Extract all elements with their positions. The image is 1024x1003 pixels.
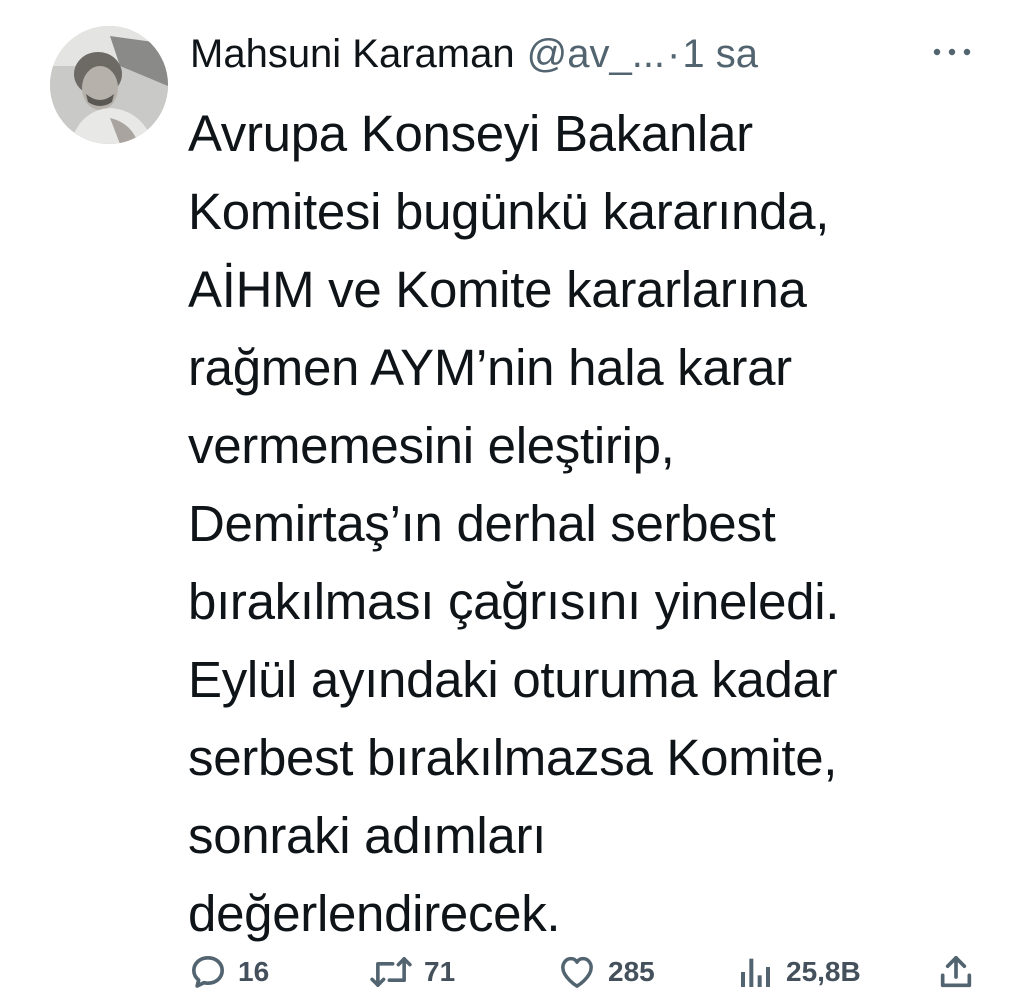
tweet-text-line: değerlendirecek.	[188, 885, 561, 942]
retweet-count: 71	[424, 956, 456, 987]
views-button[interactable]: 25,8B	[736, 948, 861, 996]
tweet-text: Avrupa Konseyi Bakanlar Komitesi bugünkü…	[188, 95, 1008, 953]
reply-button[interactable]: 16	[188, 948, 269, 996]
reply-icon	[192, 956, 225, 988]
share-icon	[940, 956, 972, 988]
tweet-text-line: AİHM ve Komite kararlarına	[188, 261, 807, 318]
tweet-text-line: rağmen AYM’nin hala karar	[188, 339, 792, 396]
header-separator: ·	[667, 32, 681, 76]
like-count: 285	[608, 956, 655, 987]
tweet[interactable]: Mahsuni Karaman @av_... · 1 sa Avrupa Ko…	[0, 0, 1024, 1003]
views-icon	[741, 958, 770, 987]
heart-icon	[561, 956, 593, 988]
more-options-button[interactable]	[930, 38, 974, 66]
tweet-text-line: Avrupa Konseyi Bakanlar	[188, 105, 753, 162]
share-button[interactable]	[936, 948, 976, 996]
tweet-timestamp[interactable]: 1 sa	[682, 26, 758, 82]
retweet-button[interactable]: 71	[368, 948, 455, 996]
tweet-text-line: bırakılması çağrısını yineledi.	[188, 573, 840, 630]
tweet-header: Mahsuni Karaman @av_... · 1 sa	[190, 26, 758, 82]
tweet-text-line: Komitesi bugünkü kararında,	[188, 183, 830, 240]
retweet-icon	[370, 957, 412, 987]
author-handle[interactable]: @av_...	[527, 26, 665, 82]
views-count: 25,8B	[786, 956, 861, 987]
reply-count: 16	[238, 956, 270, 987]
tweet-text-line: serbest bırakılmazsa Komite,	[188, 729, 838, 786]
author-name[interactable]: Mahsuni Karaman	[190, 26, 515, 82]
tweet-text-line: Demirtaş’ın derhal serbest	[188, 495, 776, 552]
more-horizontal-icon	[933, 48, 971, 56]
tweet-text-line: vermemesini eleştirip,	[188, 417, 675, 474]
avatar[interactable]	[50, 26, 168, 144]
tweet-text-line: Eylül ayındaki oturuma kadar	[188, 651, 838, 708]
tweet-actions: 16 71 285 25,8B	[188, 948, 978, 996]
like-button[interactable]: 285	[556, 948, 655, 996]
avatar-image	[50, 26, 168, 144]
tweet-text-line: sonraki adımları	[188, 807, 547, 864]
